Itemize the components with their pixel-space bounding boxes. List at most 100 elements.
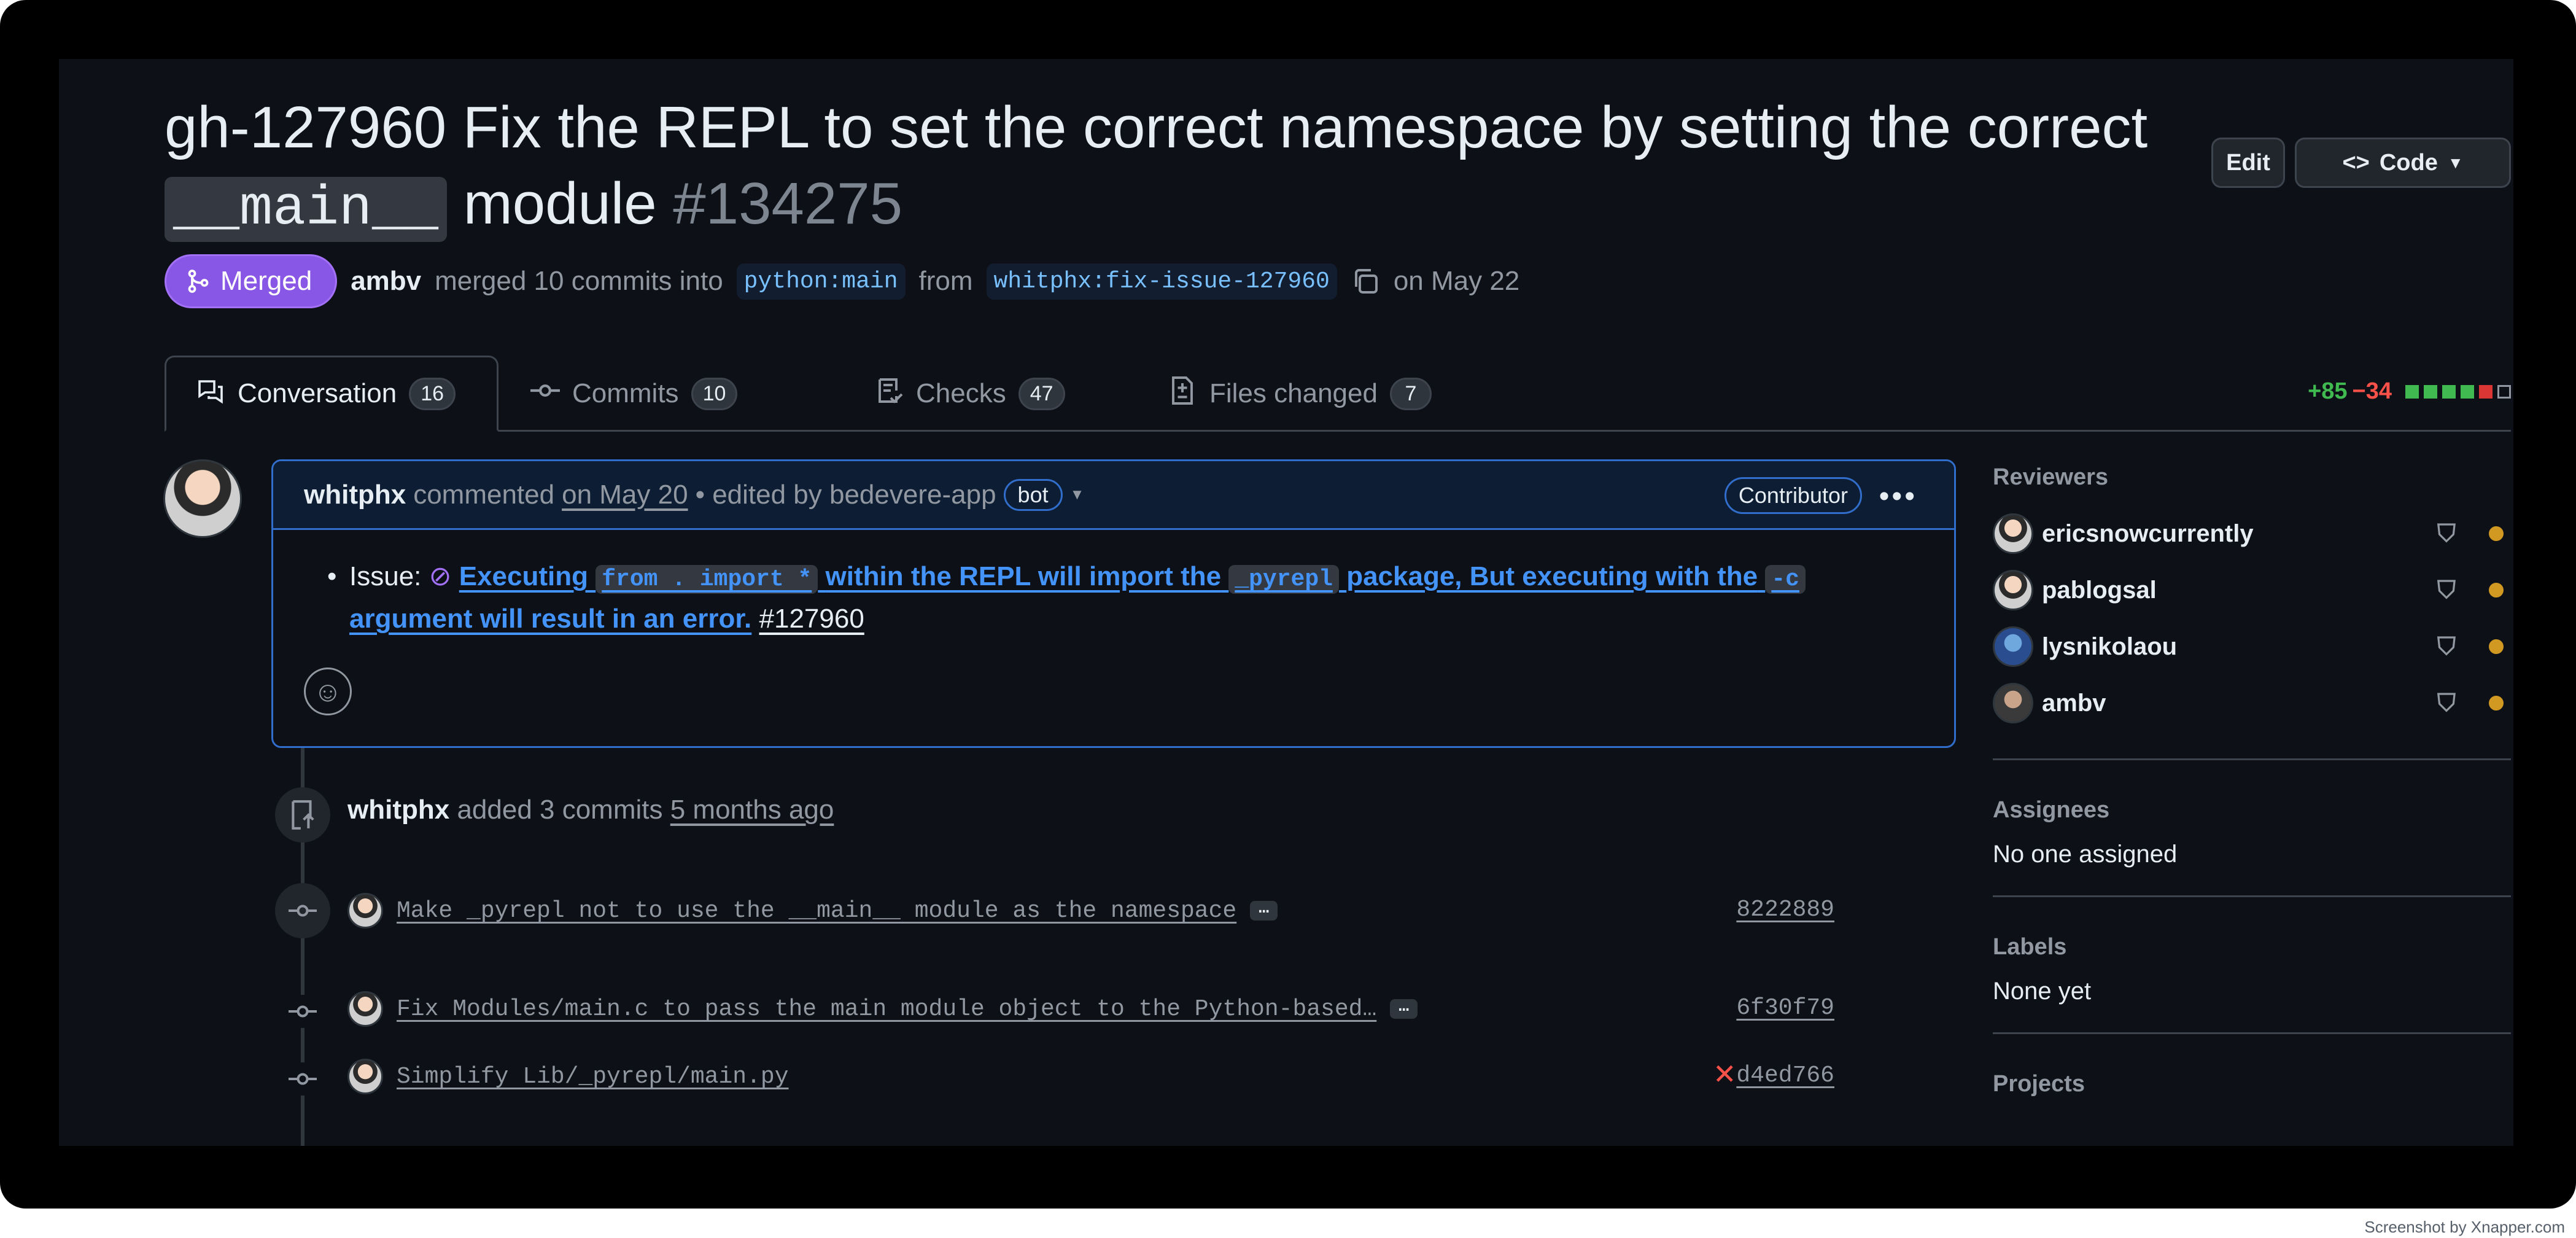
projects-heading[interactable]: Projects [1993,1071,2511,1097]
more-options-icon[interactable]: ••• [1879,480,1917,513]
reviewer-avatar [1993,513,2033,554]
head-branch[interactable]: whitphx:fix-issue-127960 [986,263,1337,300]
reviewer-name: ericsnowcurrently [2042,520,2254,547]
merge-date: on May 22 [1393,266,1520,296]
diffstat-block [2497,384,2511,399]
diffstat-block [2442,384,2456,399]
tab-label: Conversation [238,378,397,408]
link-text: package, But executing with the [1346,561,1758,591]
commit-sha[interactable]: d4ed766 [1736,1062,1834,1089]
screenshot-credit: Screenshot by Xnapper.com [2364,1218,2565,1236]
commit-icon [530,376,560,412]
reviewer-avatar [1993,626,2033,667]
commit-message[interactable]: Fix Modules/main.c to pass the main modu… [397,996,1376,1022]
tab-checks[interactable]: Checks 47 [845,356,1095,432]
reviewer-name: lysnikolaou [2042,633,2178,660]
issue-reference[interactable]: #127960 [759,604,864,634]
commit-message[interactable]: Make _pyrepl not to use the __main__ mod… [397,898,1236,924]
commit-sha[interactable]: 6f30f79 [1736,995,1834,1021]
issue-closed-icon: ⊘ [429,561,452,591]
status-text: Merged [220,266,312,296]
check-failed-x-icon[interactable]: ✕ [1713,1057,1737,1091]
comment-author-avatar[interactable] [163,459,242,538]
issue-label: Issue: [349,561,422,591]
base-branch[interactable]: python:main [736,263,906,300]
merger-link[interactable]: ambv [351,266,421,297]
event-time[interactable]: 5 months ago [670,795,834,825]
commit-message[interactable]: Simplify Lib/_pyrepl/main.py [397,1064,789,1090]
pr-description-comment: whitphx commented on May 20 • edited by … [271,459,1956,748]
inline-code: from . import * [596,565,818,594]
from-text: from [918,266,973,296]
title-code: __main__ [165,177,448,242]
shield-icon: ⛉ [2437,520,2456,547]
assignees-heading[interactable]: Assignees [1993,797,2511,823]
sidebar-divider [1993,758,2511,760]
push-event-icon [275,787,330,843]
commit-node-icon [286,995,319,1028]
diffstat: +85 −34 [2308,378,2511,405]
labels-value: None yet [1993,978,2092,1005]
title-suffix: module [463,171,657,236]
commit-node-icon [286,1062,319,1096]
comment-action: commented [413,479,555,510]
edit-history-caret-icon[interactable]: ▼ [1070,486,1085,504]
file-diff-icon [1168,376,1197,412]
tab-counter: 7 [1389,377,1432,410]
sidebar-divider [1993,1032,2511,1034]
commit-author-avatar[interactable] [347,893,383,929]
inline-code: -c [1765,565,1806,594]
comment-author[interactable]: whitphx [304,480,406,510]
reviewer-item[interactable]: ambv ⛉ [1993,675,2511,731]
reviewer-avatar [1993,683,2033,723]
github-pr-page: gh-127960 Fix the REPL to set the correc… [59,59,2513,1146]
bot-badge: bot [1003,478,1063,511]
additions-count: +85 [2308,378,2348,404]
labels-heading[interactable]: Labels [1993,934,2511,960]
expand-commit-button[interactable]: … [1390,999,1418,1019]
reviewer-item[interactable]: ericsnowcurrently ⛉ [1993,505,2511,562]
tab-conversation[interactable]: Conversation 16 [165,356,499,432]
commit-row: Fix Modules/main.c to pass the main modu… [347,991,1418,1027]
reviewer-name: pablogsal [2042,576,2157,604]
tab-files-changed[interactable]: Files changed 7 [1138,356,1461,432]
commit-author-avatar[interactable] [347,991,383,1027]
comment-header: whitphx commented on May 20 • edited by … [273,461,1954,530]
commit-author-avatar[interactable] [347,1059,383,1094]
code-label: Code [2379,149,2438,176]
deletions-count: −34 [2352,378,2392,404]
reviewers-heading[interactable]: Reviewers [1993,464,2511,491]
edit-button[interactable]: Edit [2211,138,2285,188]
screenshot-frame: gh-127960 Fix the REPL to set the correc… [0,0,2576,1209]
code-button[interactable]: <> Code ▼ [2295,138,2511,188]
merge-icon [188,270,209,293]
code-brackets-icon: <> [2342,149,2370,176]
tab-counter: 10 [691,377,738,410]
event-author[interactable]: whitphx [347,795,449,825]
push-event-text: whitphx added 3 commits 5 months ago [347,795,834,825]
issue-link[interactable]: Executing from . import * within the REP… [349,561,1806,634]
caret-down-icon: ▼ [2447,153,2464,172]
checklist-icon [874,376,904,412]
contributor-badge: Contributor [1724,477,1862,514]
add-reaction-smiley-icon[interactable]: ☺ [304,668,352,715]
reviewer-avatar [1993,570,2033,610]
pending-review-dot [2489,639,2504,654]
comment-body: • Issue: ⊘ Executing from . import * wit… [273,530,1954,639]
reviewer-item[interactable]: lysnikolaou ⛉ [1993,618,2511,675]
copy-icon[interactable] [1351,267,1380,296]
expand-commit-button[interactable]: … [1250,900,1278,921]
reviewers-list: ericsnowcurrently ⛉ pablogsal ⛉ lysnikol… [1993,505,2511,731]
reviewer-name: ambv [2042,689,2106,717]
tab-commits[interactable]: Commits 10 [501,356,767,432]
commit-sha[interactable]: 8222889 [1736,897,1834,923]
edited-by[interactable]: • edited by bedevere-app [696,480,996,510]
commit-node-icon [275,883,330,938]
reviewer-item[interactable]: pablogsal ⛉ [1993,562,2511,618]
tab-counter: 16 [409,377,456,410]
diffstat-block [2479,384,2493,399]
pr-sidebar: Reviewers ericsnowcurrently ⛉ pablogsal … [1993,464,2511,1097]
shield-icon: ⛉ [2437,633,2456,660]
comment-date[interactable]: on May 20 [562,480,688,510]
pending-review-dot [2489,696,2504,710]
